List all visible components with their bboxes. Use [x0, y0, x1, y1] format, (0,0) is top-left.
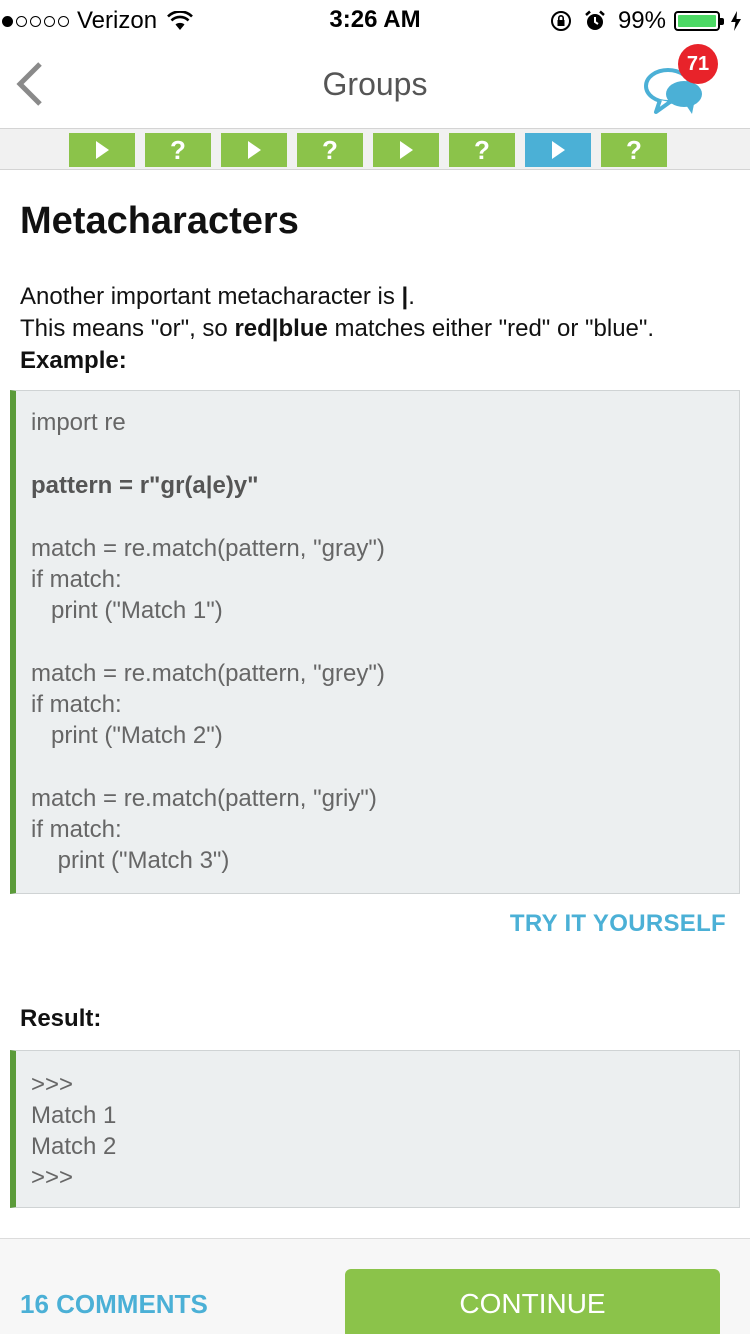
progress-step-7-current[interactable]	[525, 133, 591, 167]
code-line: match = re.match(pattern, "gray")	[31, 535, 385, 562]
code-line: pattern = r"gr(a|e)y"	[31, 472, 259, 499]
status-right: 99%	[550, 6, 742, 36]
progress-step-8[interactable]: ?	[601, 133, 667, 167]
example-code-block: import re pattern = r"gr(a|e)y" match = …	[10, 390, 740, 894]
code-line: print ("Match 3")	[31, 847, 230, 874]
notification-badge[interactable]: 71	[678, 44, 718, 84]
progress-step-6[interactable]: ?	[449, 133, 515, 167]
progress-step-3[interactable]	[221, 133, 287, 167]
question-mark-icon: ?	[474, 134, 490, 165]
code-line: if match:	[31, 566, 122, 593]
battery-icon	[674, 11, 724, 31]
output-line: Match 2	[31, 1133, 117, 1160]
nav-bar: Groups 71	[0, 40, 750, 128]
output-line: Match 1	[31, 1102, 117, 1129]
progress-step-4[interactable]: ?	[297, 133, 363, 167]
play-icon	[247, 141, 261, 159]
status-bar: Verizon 3:26 AM 99%	[0, 0, 750, 40]
code-line: import re	[31, 409, 126, 436]
lesson-title: Metacharacters	[20, 200, 299, 242]
try-it-yourself-button[interactable]: TRY IT YOURSELF	[510, 910, 726, 938]
output-line: >>>	[31, 1071, 74, 1098]
play-icon	[399, 141, 413, 159]
progress-step-1[interactable]	[69, 133, 135, 167]
comments-button[interactable]: 16 COMMENTS	[20, 1289, 208, 1320]
question-mark-icon: ?	[626, 134, 642, 165]
code-line: print ("Match 1")	[31, 597, 223, 624]
result-output-block: >>> Match 1 Match 2 >>>	[10, 1050, 740, 1208]
lesson-intro: Another important metacharacter is |. Th…	[20, 281, 740, 377]
code-line: if match:	[31, 816, 122, 843]
result-label: Result:	[20, 1005, 102, 1032]
continue-button[interactable]: CONTINUE	[345, 1269, 720, 1334]
code-line: print ("Match 2")	[31, 722, 223, 749]
battery-fill	[678, 15, 716, 27]
question-mark-icon: ?	[322, 134, 338, 165]
intro-line-1: Another important metacharacter is |.	[20, 283, 415, 310]
orientation-lock-icon	[550, 11, 571, 31]
example-label: Example:	[20, 347, 127, 374]
play-icon	[551, 141, 565, 159]
code-line: if match:	[31, 691, 122, 718]
charging-icon	[731, 11, 741, 31]
code-line: match = re.match(pattern, "grey")	[31, 660, 385, 687]
output-line: >>>	[31, 1164, 74, 1191]
progress-step-2[interactable]: ?	[145, 133, 211, 167]
progress-step-5[interactable]	[373, 133, 439, 167]
battery-percent: 99%	[617, 7, 666, 34]
bottom-bar: 16 COMMENTS CONTINUE	[0, 1238, 750, 1334]
code-line: match = re.match(pattern, "griy")	[31, 785, 377, 812]
question-mark-icon: ?	[170, 134, 186, 165]
lesson-progress-strip: ? ? ? ?	[0, 128, 750, 170]
intro-line-2: This means "or", so red|blue matches eit…	[20, 315, 655, 342]
alarm-icon	[585, 10, 605, 30]
play-icon	[95, 141, 109, 159]
